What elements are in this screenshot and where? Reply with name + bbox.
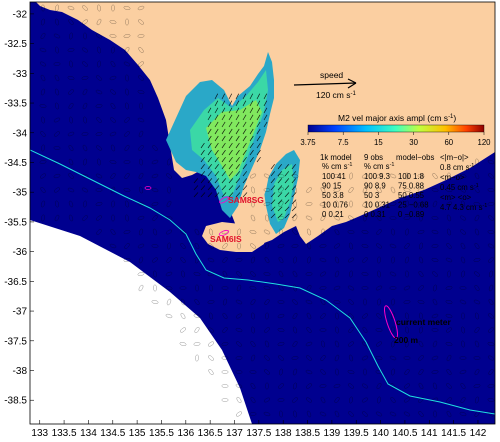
x-tick-label: 135 [129, 428, 146, 439]
speed-key-value: 120 cm s [316, 90, 351, 100]
svg-text:0.8 cm s-1: 0.8 cm s-1 [440, 163, 474, 172]
y-tick-label: -35.5 [4, 217, 27, 228]
x-tick-label: 137.5 [246, 428, 271, 439]
x-tick-label: 138 [275, 428, 292, 439]
x-tick-label: 141.5 [441, 428, 466, 439]
stats-row: 0 0.31 [364, 210, 386, 219]
stats-sub2: % cm s [364, 162, 390, 171]
isobath-label: 200 m [394, 335, 419, 345]
colorbar-title: M2 vel major axis ampl (cm s [338, 113, 448, 123]
stats-row: 10 0.76 [322, 201, 348, 210]
y-tick-label: -33.5 [4, 99, 27, 110]
y-tick-label: -34 [13, 128, 28, 139]
x-tick-label: 137 [226, 428, 243, 439]
tidal-velocity-map: 133 133.5 134 134.5 135 135.5 136 136.5 137 137.5… [4, 1, 496, 439]
stats-col2-header: 9 obs [364, 153, 383, 162]
stats-row: 50 0.55 [398, 191, 425, 200]
x-tick-label: 140.5 [392, 428, 417, 439]
svg-text:M2 vel major axis ampl (cm s-1: M2 vel major axis ampl (cm s-1) [338, 113, 456, 123]
y-tick-label: -34.5 [4, 158, 27, 169]
stats-row: 50 3.8 [322, 191, 344, 200]
site-label-sam8sg: SAM8SG [228, 195, 264, 205]
stats-row: 100 1.8 [398, 172, 424, 181]
stats-row: 0 0.21 [322, 210, 344, 219]
current-meter-label: current meter [396, 317, 451, 327]
stats-row: 75 0.88 [398, 182, 424, 191]
y-tick-label: -32.5 [4, 39, 27, 50]
y-tick-label: -38 [13, 366, 28, 377]
colorbar-gradient [307, 124, 485, 133]
x-tick-label: 136 [177, 428, 194, 439]
stats-col3-header: model−obs [396, 153, 434, 162]
site-label-sam6is: SAM6IS [210, 234, 242, 244]
speed-key-title: speed [320, 70, 343, 80]
svg-text:0.45 cm s-1: 0.45 cm s-1 [440, 183, 479, 192]
x-tick-label: 142 [470, 428, 487, 439]
means-label: <m> <o> [440, 193, 472, 202]
mean-abs-label: <|m−o|> [440, 153, 469, 162]
colorbar-tick-label: 30 [409, 138, 418, 147]
x-tick-label: 133 [31, 428, 48, 439]
x-tick-label: 136.5 [198, 428, 223, 439]
y-tick-label: -32 [13, 9, 28, 20]
x-tick-label: 134 [80, 428, 97, 439]
colorbar-tick-label: 15 [374, 138, 383, 147]
y-tick-label: -38.5 [4, 396, 27, 407]
x-tick-label: 139.5 [344, 428, 369, 439]
y-tick-label: -33 [13, 69, 28, 80]
stats-row: 100 9.3 [364, 172, 390, 181]
x-tick-label: 133.5 [52, 428, 77, 439]
means-value: 4.7 4.3 cm s [440, 203, 483, 212]
stats-row: 90 15 [322, 182, 342, 191]
stats-col1-header: 1k model [320, 153, 352, 162]
x-tick-label: 138.5 [295, 428, 320, 439]
x-tick-label: 139 [324, 428, 341, 439]
colorbar-tick-label: 3.75 [300, 138, 316, 147]
svg-text:4.7 4.3 cm s-1: 4.7 4.3 cm s-1 [440, 203, 487, 212]
y-tick-label: -36 [13, 247, 28, 258]
stats-row: 25 −0.68 [398, 201, 429, 210]
x-tick-label: 140 [372, 428, 389, 439]
y-tick-label: -35 [13, 188, 28, 199]
x-tick-label: 134.5 [100, 428, 125, 439]
stats-row: 100 41 [322, 172, 346, 181]
mean-value: 0.45 cm s [440, 183, 474, 192]
mean-label: <m−o> [440, 173, 465, 182]
x-tick-label: 135.5 [149, 428, 174, 439]
map-plot-area [30, 2, 495, 424]
y-tick-label: -36.5 [4, 277, 27, 288]
colorbar-tick-label: 120 [477, 138, 491, 147]
x-tick-label: 141 [421, 428, 438, 439]
svg-text:120 cm s-1: 120 cm s-1 [316, 90, 356, 100]
stats-sub1: % cm s [322, 162, 348, 171]
y-tick-label: -37.5 [4, 336, 27, 347]
colorbar-tick-label: 7.5 [338, 138, 350, 147]
colorbar-tick-label: 60 [444, 138, 453, 147]
y-tick-label: -37 [13, 307, 28, 318]
mean-abs-value: 0.8 cm s [440, 163, 470, 172]
stats-row: 50 3 [364, 191, 379, 200]
stats-row: 10 0.31 [364, 201, 390, 210]
stats-row: 90 8.9 [364, 182, 386, 191]
y-axis: -32 -32.5 -33 -33.5 -34 -34.5 -35 -35.5 -36 -36.5… [4, 9, 34, 407]
stats-row: 0 −0.89 [398, 210, 424, 219]
